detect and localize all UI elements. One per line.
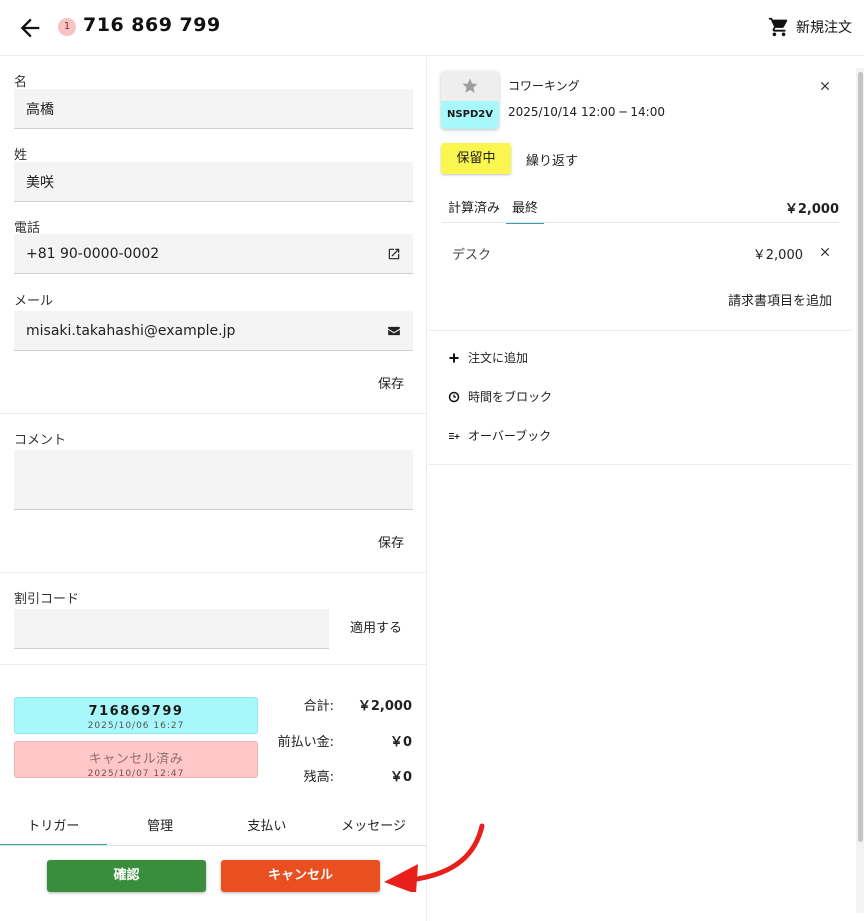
new-order-label: 新規注文 [796, 20, 852, 36]
external-link-icon[interactable] [387, 247, 401, 261]
balance-label: 残高: [303, 770, 334, 785]
first-name-value: 高橋 [26, 101, 54, 118]
balance-value: ￥0 [389, 770, 412, 785]
booking-code-chip[interactable]: 716869799 2025/10/06 16:27 [14, 697, 258, 734]
invoice-item-name: デスク [452, 248, 492, 263]
thumbnail-top [441, 71, 499, 101]
scrollbar-thumb[interactable] [858, 72, 863, 842]
overbook-button[interactable]: オーバーブック [448, 427, 551, 444]
cancelled-chip[interactable]: キャンセル済み 2025/10/07 12:47 [14, 741, 258, 779]
section-divider [0, 413, 427, 414]
tab-manage[interactable]: 管理 [107, 812, 214, 846]
repeat-button[interactable]: 繰り返す [526, 150, 578, 169]
save-contact-button[interactable]: 保存 [378, 373, 404, 392]
block-time-label: 時間をブロック [468, 390, 553, 404]
app-header: 1 716 869 799 新規注文 [0, 0, 864, 56]
cancel-button[interactable]: キャンセル [221, 860, 380, 892]
phone-field[interactable]: +81 90-0000-0002 [14, 234, 413, 274]
section-divider [428, 464, 852, 465]
thumbnail-code: NSPD2V [441, 101, 499, 129]
clock-icon [448, 391, 460, 402]
first-name-label: 名 [14, 75, 28, 90]
section-divider [0, 664, 427, 665]
back-arrow-icon[interactable] [16, 14, 44, 42]
price-tab-underline [442, 222, 839, 223]
tab-triggers[interactable]: トリガー [0, 812, 107, 846]
prepaid-label: 前払い金: [277, 735, 334, 750]
confirm-button[interactable]: 確認 [47, 860, 206, 892]
remove-item-icon[interactable] [818, 245, 832, 259]
booking-code-date: 2025/10/06 16:27 [87, 721, 185, 731]
new-order-button[interactable]: 新規注文 [768, 15, 852, 39]
customer-panel: 名 高橋 姓 美咲 電話 +81 90-0000-0002 メール misaki… [0, 57, 485, 921]
invoice-item-price: ￥2,000 [752, 248, 803, 263]
tab-calculated[interactable]: 計算済み [442, 190, 506, 224]
envelope-icon[interactable] [387, 324, 401, 338]
cart-icon [768, 17, 788, 37]
cancelled-date: 2025/10/07 12:47 [87, 769, 185, 779]
comment-label: コメント [14, 433, 67, 448]
first-name-field[interactable]: 高橋 [14, 89, 413, 129]
last-name-label: 姓 [14, 148, 28, 163]
booking-code: 716869799 [88, 704, 184, 719]
email-value: misaki.takahashi@example.jp [26, 322, 236, 339]
total-label: 合計: [303, 699, 334, 714]
booking-time: 2025/10/14 12:00 ─ 14:00 [508, 105, 665, 119]
service-name: コワーキング [508, 79, 580, 93]
save-comment-button[interactable]: 保存 [378, 532, 404, 551]
last-name-field[interactable]: 美咲 [14, 162, 413, 202]
apply-discount-button[interactable]: 適用する [350, 617, 402, 636]
phone-value: +81 90-0000-0002 [26, 245, 160, 262]
tab-final[interactable]: 最終 [506, 190, 545, 224]
add-invoice-item-button[interactable]: 請求書項目を追加 [728, 290, 832, 309]
overbook-icon [449, 432, 460, 439]
discount-label: 割引コード [14, 592, 80, 607]
tab-payments[interactable]: 支払い [214, 812, 321, 846]
price-total: ￥2,000 [784, 202, 839, 217]
block-time-button[interactable]: 時間をブロック [448, 388, 552, 405]
discount-code-input[interactable] [14, 609, 329, 649]
section-divider [428, 330, 852, 331]
service-thumbnail[interactable]: NSPD2V [441, 71, 499, 129]
section-divider [0, 572, 427, 573]
price-tabs: 計算済み 最終 [442, 190, 545, 224]
order-tabs: トリガー 管理 支払い メッセージ [0, 812, 427, 846]
hold-status-button[interactable]: 保留中 [441, 143, 511, 174]
total-value: ￥2,000 [357, 699, 412, 714]
prepaid-value: ￥0 [389, 735, 412, 750]
order-count-badge: 1 [58, 18, 76, 36]
plus-icon [449, 353, 459, 362]
order-number: 716 869 799 [83, 14, 221, 36]
overbook-label: オーバーブック [468, 429, 552, 443]
email-label: メール [14, 294, 54, 309]
last-name-value: 美咲 [26, 174, 54, 191]
cancelled-status: キャンセル済み [88, 752, 184, 767]
star-icon [462, 78, 478, 93]
booking-panel: NSPD2V コワーキング 2025/10/14 12:00 ─ 14:00 保… [428, 57, 864, 921]
comment-input[interactable] [14, 450, 413, 510]
add-to-order-label: 注文に追加 [468, 351, 529, 365]
close-icon[interactable] [818, 79, 832, 93]
email-field[interactable]: misaki.takahashi@example.jp [14, 311, 413, 351]
tab-underline [0, 845, 427, 846]
add-to-order-button[interactable]: 注文に追加 [448, 349, 528, 366]
